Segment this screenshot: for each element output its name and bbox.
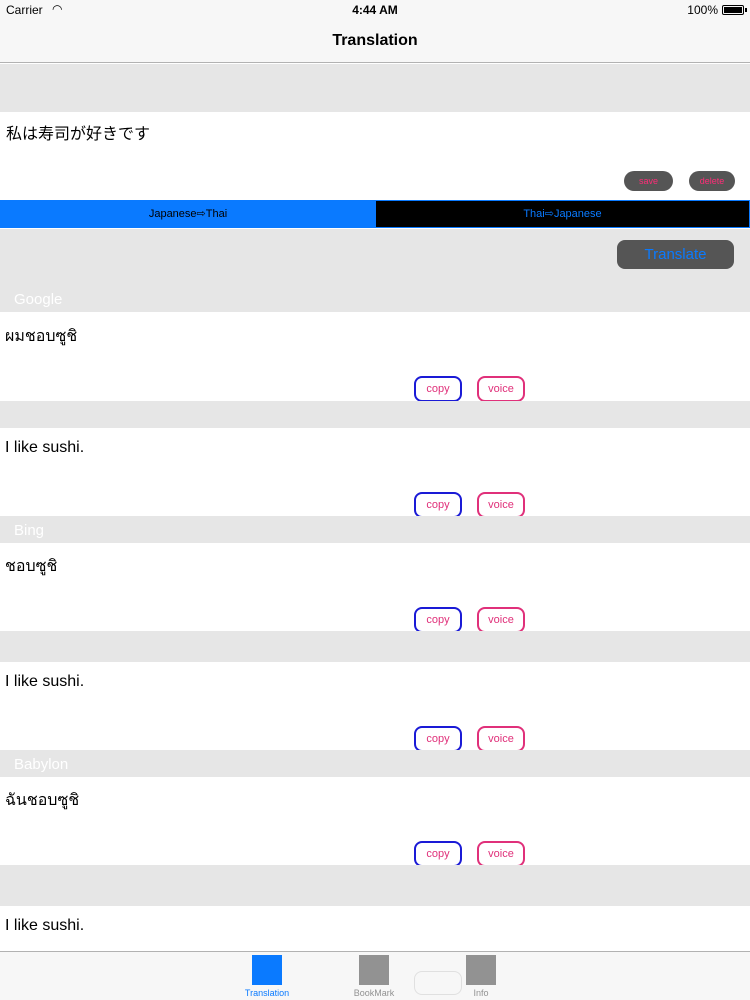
result-text: ฉันชอบซูชิ — [5, 792, 80, 809]
translate-button[interactable]: Translate — [617, 240, 734, 269]
top-spacer — [0, 64, 750, 112]
divider — [0, 865, 750, 906]
battery-icon — [722, 5, 744, 15]
delete-button[interactable]: delete — [689, 171, 735, 191]
page-title: Translation — [332, 32, 418, 49]
battery-percent: 100% — [687, 3, 718, 17]
voice-button[interactable]: voice — [477, 492, 525, 518]
section-label-babylon: Babylon — [14, 756, 69, 773]
section-label-google: Google — [14, 291, 63, 308]
result-card — [0, 906, 750, 951]
section-label-bing: Bing — [14, 522, 45, 539]
tab-label: Translation — [244, 988, 290, 998]
copy-button[interactable]: copy — [414, 726, 462, 752]
section-header-bing — [0, 516, 750, 543]
segment-thai-to-japanese[interactable]: Thai⇨Japanese — [375, 200, 750, 228]
result-text: I like sushi. — [5, 439, 85, 456]
result-text: I like sushi. — [5, 673, 85, 690]
nav-bar: Translation — [0, 20, 750, 63]
result-card — [0, 543, 750, 631]
result-card — [0, 312, 750, 401]
source-text-input[interactable]: 私は寿司が好きです — [6, 120, 150, 144]
copy-button[interactable]: copy — [414, 492, 462, 518]
divider — [0, 631, 750, 662]
tab-bookmark[interactable]: BookMark — [334, 952, 414, 1000]
status-time: 4:44 AM — [352, 3, 398, 17]
bookmark-tab-icon — [359, 955, 389, 985]
result-card — [0, 428, 750, 516]
tab-translation[interactable]: Translation — [227, 952, 307, 1000]
result-text: I like sushi. — [5, 917, 85, 934]
voice-button[interactable]: voice — [477, 841, 525, 867]
result-card — [0, 777, 750, 865]
copy-button[interactable]: copy — [414, 841, 462, 867]
info-tab-icon — [466, 955, 496, 985]
segment-japanese-to-thai[interactable]: Japanese⇨Thai — [0, 200, 376, 228]
voice-button[interactable]: voice — [477, 607, 525, 633]
tab-bar: Translation BookMark Info — [0, 951, 750, 1000]
copy-button[interactable]: copy — [414, 376, 462, 402]
hidden-copy-button — [414, 971, 462, 995]
result-text: ผมชอบซูชิ — [5, 328, 78, 345]
copy-button[interactable]: copy — [414, 607, 462, 633]
result-text: ชอบซูชิ — [5, 558, 58, 575]
result-card — [0, 662, 750, 750]
divider — [0, 401, 750, 428]
tab-label: BookMark — [353, 988, 395, 998]
save-button[interactable]: save — [624, 171, 673, 191]
section-header-babylon — [0, 750, 750, 777]
voice-button[interactable]: voice — [477, 726, 525, 752]
voice-button[interactable]: voice — [477, 376, 525, 402]
status-bar: Carrier ◠ 4:44 AM 100% — [0, 0, 750, 20]
translation-tab-icon — [252, 955, 282, 985]
